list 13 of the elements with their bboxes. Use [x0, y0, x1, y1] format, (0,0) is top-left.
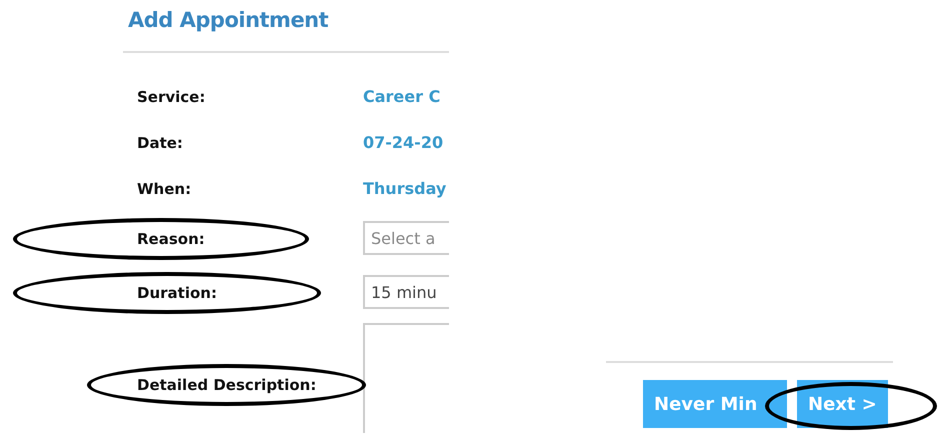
field-value: 07-24-20: [363, 132, 444, 152]
field-label: Date:: [137, 134, 183, 152]
field-label: When:: [137, 180, 192, 198]
select-field[interactable]: Select a: [363, 221, 449, 255]
field-label: Detailed Description:: [137, 376, 316, 394]
field-label: Service:: [137, 88, 206, 106]
select-field[interactable]: 15 minu: [363, 275, 449, 309]
cancel-button[interactable]: Never Min: [643, 380, 787, 428]
field-label: Duration:: [137, 284, 217, 302]
page-title: Add Appointment: [128, 8, 330, 34]
field-value: Thursday: [363, 178, 446, 198]
field-value: Career C: [363, 86, 440, 106]
field-label: Reason:: [137, 230, 205, 248]
